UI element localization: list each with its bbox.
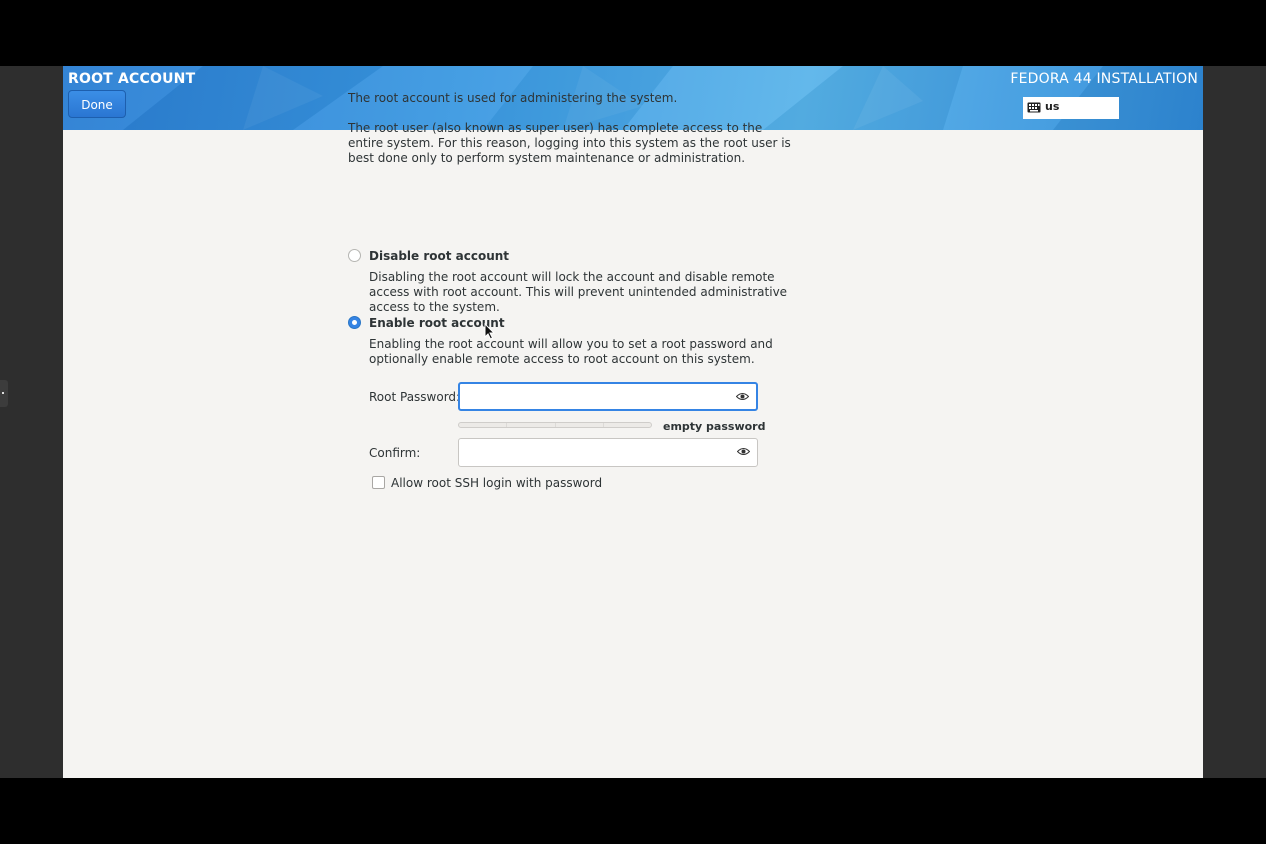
enable-root-description: Enabling the root account will allow you… — [369, 337, 773, 366]
password-strength-label: empty password — [663, 420, 766, 433]
confirm-password-input[interactable] — [463, 442, 727, 464]
root-password-field[interactable] — [458, 382, 758, 411]
eye-icon[interactable] — [736, 392, 749, 401]
intro-text: The root account is used for administeri… — [348, 91, 678, 105]
side-panel-handle[interactable] — [0, 380, 8, 407]
confirm-password-label: Confirm: — [369, 446, 421, 460]
root-password-input[interactable] — [464, 387, 728, 409]
product-title: FEDORA 44 INSTALLATION — [1010, 71, 1198, 87]
enable-root-radio[interactable] — [348, 316, 361, 329]
disable-root-radio[interactable] — [348, 249, 361, 262]
mouse-cursor-icon — [484, 323, 496, 340]
done-button[interactable]: Done — [68, 90, 126, 118]
root-password-label: Root Password: — [369, 390, 461, 404]
allow-ssh-label[interactable]: Allow root SSH login with password — [391, 476, 602, 491]
password-strength-bar — [458, 422, 652, 428]
spoke-title: ROOT ACCOUNT — [68, 71, 196, 87]
disable-root-label[interactable]: Disable root account — [369, 249, 509, 264]
allow-ssh-checkbox[interactable] — [372, 476, 385, 489]
eye-icon[interactable] — [737, 447, 750, 456]
confirm-password-field[interactable] — [458, 438, 758, 467]
keyboard-layout-label: us — [1045, 100, 1060, 113]
disable-root-description: Disabling the root account will lock the… — [369, 270, 788, 314]
keyboard-icon — [1027, 102, 1041, 113]
keyboard-layout-indicator[interactable]: us — [1023, 97, 1119, 119]
intro-detail-text: The root user (also known as super user)… — [348, 121, 791, 165]
